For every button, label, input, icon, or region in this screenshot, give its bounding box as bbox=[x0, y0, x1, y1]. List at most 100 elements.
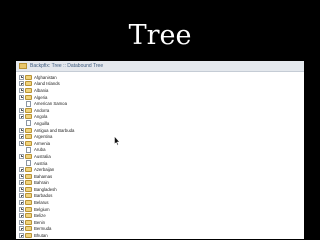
tree-node-label[interactable]: Barbados bbox=[34, 193, 52, 198]
folder-icon bbox=[25, 213, 32, 219]
tree-node-label[interactable]: Argentina bbox=[34, 134, 52, 139]
tree-node[interactable]: Algeria bbox=[19, 94, 304, 101]
folder-icon bbox=[25, 87, 32, 93]
expand-plus-icon[interactable] bbox=[19, 193, 24, 199]
expand-plus-icon[interactable] bbox=[19, 94, 24, 100]
tree-node[interactable]: Bhutan bbox=[19, 232, 304, 239]
expand-plus-icon[interactable] bbox=[19, 180, 24, 186]
expand-plus-icon[interactable] bbox=[19, 114, 24, 120]
tree-node[interactable]: Belarus bbox=[19, 199, 304, 206]
tree-node-label[interactable]: Bahrain bbox=[34, 180, 49, 185]
tree-node[interactable]: Bermuda bbox=[19, 226, 304, 233]
tree-node[interactable]: Belize bbox=[19, 212, 304, 219]
expand-plus-icon[interactable] bbox=[19, 81, 24, 87]
tree-node-label[interactable]: Bermuda bbox=[34, 226, 51, 231]
tree-window: Backpfix: Tree :: Databound Tree Afghani… bbox=[16, 61, 304, 239]
expand-plus-icon[interactable] bbox=[19, 167, 24, 173]
tree-node[interactable]: Aland Islands bbox=[19, 81, 304, 88]
tree-list: Afghanistan Aland Islands Albania Algeria Am… bbox=[16, 72, 304, 239]
folder-icon bbox=[25, 107, 32, 113]
document-icon bbox=[26, 160, 31, 167]
tree-node[interactable]: American Samoa bbox=[19, 100, 304, 107]
expand-plus-icon[interactable] bbox=[19, 74, 24, 80]
expand-plus-icon[interactable] bbox=[19, 213, 24, 219]
tree-node-label[interactable]: Benin bbox=[34, 220, 45, 225]
tree-node-label[interactable]: Angola bbox=[34, 114, 47, 119]
folder-icon bbox=[25, 219, 32, 225]
folder-icon bbox=[25, 167, 32, 173]
tree-node[interactable]: Armenia bbox=[19, 140, 304, 147]
tree-node[interactable]: Bahrain bbox=[19, 180, 304, 187]
expand-plus-icon[interactable] bbox=[19, 186, 24, 192]
tree-node-label[interactable]: Bahamas bbox=[34, 174, 52, 179]
tree-node[interactable]: Australia bbox=[19, 153, 304, 160]
tree-node[interactable]: Austria bbox=[19, 160, 304, 167]
expand-plus-icon[interactable] bbox=[19, 226, 24, 232]
tree-node[interactable]: Afghanistan bbox=[19, 74, 304, 81]
tree-node[interactable]: Bangladesh bbox=[19, 186, 304, 193]
tree-node-label[interactable]: American Samoa bbox=[34, 101, 67, 106]
tree-node-label[interactable]: Antigua and Barbuda bbox=[34, 128, 74, 133]
tree-node-label[interactable]: Bhutan bbox=[34, 233, 48, 238]
tree-node-label[interactable]: Belarus bbox=[34, 200, 49, 205]
slide-title: Tree bbox=[128, 20, 192, 51]
folder-icon bbox=[25, 226, 32, 232]
tree-node[interactable]: Azerbaijan bbox=[19, 166, 304, 173]
tree-node-label[interactable]: Belize bbox=[34, 213, 46, 218]
folder-icon bbox=[25, 94, 32, 100]
tree-node[interactable]: Belgium bbox=[19, 206, 304, 213]
tree-node-label[interactable]: Australia bbox=[34, 154, 51, 159]
tree-node[interactable]: Albania bbox=[19, 87, 304, 94]
expand-plus-icon[interactable] bbox=[19, 233, 24, 239]
expand-plus-icon[interactable] bbox=[19, 134, 24, 140]
tree-node-label[interactable]: Bangladesh bbox=[34, 187, 57, 192]
folder-icon bbox=[25, 186, 32, 192]
tree-node[interactable]: Benin bbox=[19, 219, 304, 226]
tree-node[interactable]: Bahamas bbox=[19, 173, 304, 180]
expand-plus-icon[interactable] bbox=[19, 87, 24, 93]
expand-plus-icon[interactable] bbox=[19, 173, 24, 179]
document-icon bbox=[26, 146, 31, 153]
expand-plus-icon[interactable] bbox=[19, 200, 24, 206]
expand-plus-icon[interactable] bbox=[19, 206, 24, 212]
window-title: Backpfix: Tree :: Databound Tree bbox=[30, 63, 104, 69]
folder-icon bbox=[25, 134, 32, 140]
folder-icon bbox=[25, 127, 32, 133]
expand-plus-icon[interactable] bbox=[19, 219, 24, 225]
expand-plus-icon[interactable] bbox=[19, 107, 24, 113]
folder-icon bbox=[19, 63, 27, 69]
tree-node-label[interactable]: Austria bbox=[34, 161, 47, 166]
tree-node[interactable]: Angola bbox=[19, 114, 304, 121]
tree-node-label[interactable]: Armenia bbox=[34, 141, 50, 146]
tree-node-label[interactable]: Anguilla bbox=[34, 121, 49, 126]
tree-node[interactable]: Antigua and Barbuda bbox=[19, 127, 304, 134]
expand-plus-icon[interactable] bbox=[19, 153, 24, 159]
document-icon bbox=[26, 100, 31, 107]
tree-node-label[interactable]: Algeria bbox=[34, 95, 47, 100]
tree-node[interactable]: Aruba bbox=[19, 146, 304, 154]
folder-icon bbox=[25, 81, 32, 87]
expand-plus-icon[interactable] bbox=[19, 140, 24, 146]
tree-node-label[interactable]: Andorra bbox=[34, 108, 49, 113]
folder-icon bbox=[25, 114, 32, 120]
tree-node-label[interactable]: Aland Islands bbox=[34, 81, 60, 86]
tree-node-label[interactable]: Aruba bbox=[34, 147, 45, 152]
folder-icon bbox=[25, 74, 32, 80]
tree-node-label[interactable]: Belgium bbox=[34, 207, 50, 212]
tree-node[interactable]: Argentina bbox=[19, 133, 304, 140]
tree-node[interactable]: Anguilla bbox=[19, 120, 304, 127]
folder-icon bbox=[25, 206, 32, 212]
tree-node-label[interactable]: Azerbaijan bbox=[34, 167, 54, 172]
expand-plus-icon[interactable] bbox=[19, 127, 24, 133]
folder-icon bbox=[25, 233, 32, 239]
tree-node-label[interactable]: Albania bbox=[34, 88, 48, 93]
tree-node[interactable]: Barbados bbox=[19, 193, 304, 200]
tree-node[interactable]: Andorra bbox=[19, 107, 304, 114]
folder-icon bbox=[25, 200, 32, 206]
folder-icon bbox=[25, 140, 32, 146]
tree-node-label[interactable]: Afghanistan bbox=[34, 75, 57, 80]
folder-icon bbox=[25, 180, 32, 186]
